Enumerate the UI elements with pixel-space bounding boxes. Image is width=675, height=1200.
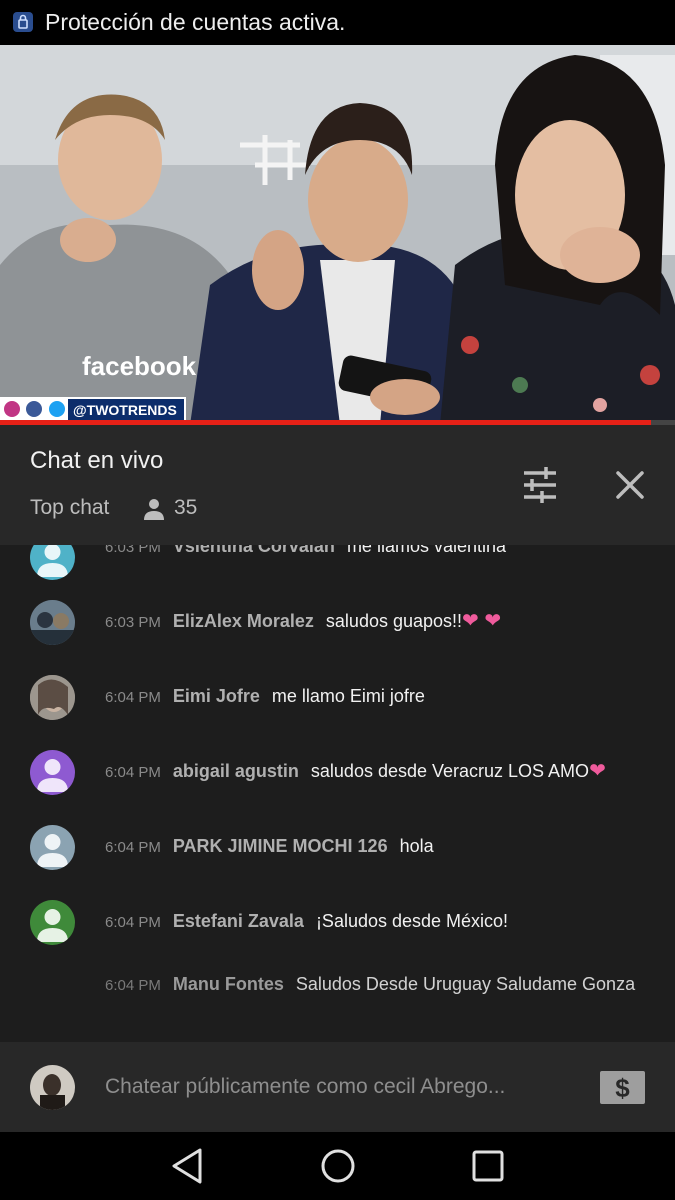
system-nav-bar [0,1132,675,1200]
chat-message-list[interactable]: 6:03 PM Vsientina Corvalan me llamos valen… [0,545,675,1042]
avatar [30,900,75,945]
avatar [30,675,75,720]
message-author[interactable]: Vsientina Corvalan [173,545,335,556]
message-text: ¡Saludos desde México! [315,911,509,931]
hoodie-logo-text: facebook [82,351,197,381]
message-author[interactable]: Eimi Jofre [173,686,260,706]
message-text: saludos desde Veracruz LOS AMO [310,761,590,781]
back-icon[interactable] [168,1146,208,1186]
message-author[interactable]: Estefani Zavala [173,911,304,931]
message-text: saludos guapos!! [325,611,463,631]
chat-mode-selector[interactable]: Top chat [30,496,109,520]
avatar [30,825,75,870]
person-icon [144,499,164,520]
message-time: 6:04 PM [105,764,161,781]
recents-icon[interactable] [468,1146,508,1186]
avatar [30,600,75,645]
chat-message-line: 6:04 PM abigail agustin saludos desde Vera… [105,759,645,785]
chat-message-line: 6:04 PM Eimi Jofre me llamo Eimi jofre [105,684,645,710]
message-text: hola [399,836,434,856]
message-author[interactable]: ElizAlex Moralez [173,611,314,631]
video-frame: facebook @TWOTRENDS [0,45,675,425]
message-author[interactable]: PARK JIMINE MOCHI 126 [173,836,388,856]
watermark: @TWOTRENDS [0,397,186,422]
avatar [30,1065,75,1110]
message-text: Saludos Desde Uruguay Saludame Gonza [295,974,636,994]
chat-message-line: 6:04 PM PARK JIMINE MOCHI 126 hola [105,834,645,860]
chat-title: Chat en vivo [30,447,164,474]
message-time: 6:04 PM [105,689,161,706]
shield-lock-icon [13,12,33,32]
chat-message-line: 6:04 PM Manu Fontes Saludos Desde Uruguay … [105,972,645,998]
tune-icon[interactable] [518,465,562,505]
viewer-count: 35 [174,496,198,519]
close-icon[interactable] [608,465,652,505]
avatar [30,750,75,795]
heart-emoji: ❤ [589,760,606,782]
chat-message-line: 6:03 PM Vsientina Corvalan me llamos valen… [105,545,645,560]
watermark-handle: @TWOTRENDS [73,402,177,418]
facebook-icon [26,401,42,417]
chat-composer: Chatear públicamente como cecil Abrego..… [0,1042,675,1132]
chat-message-line: 6:04 PM Estefani Zavala ¡Saludos desde Méx… [105,909,645,935]
chat-header: Chat en vivo Top chat 35 [0,425,675,545]
heart-emoji: ❤ ❤ [462,610,502,632]
chat-input[interactable]: Chatear públicamente como cecil Abrego..… [105,1075,545,1099]
message-author[interactable]: abigail agustin [173,761,299,781]
status-bar: Protección de cuentas activa. [0,0,675,45]
message-time: 6:03 PM [105,614,161,631]
message-text: me llamos valentina [346,545,507,556]
svg-text:$: $ [615,1073,630,1103]
twitter-icon [49,401,65,417]
message-text: me llamo Eimi jofre [271,686,425,706]
message-time: 6:04 PM [105,977,161,994]
message-time: 6:04 PM [105,914,161,931]
instagram-icon [4,401,20,417]
video-player[interactable]: facebook @TWOTRENDS [0,45,675,425]
message-author[interactable]: Manu Fontes [173,974,284,994]
chat-message-line: 6:03 PM ElizAlex Moralez saludos guapos!!❤… [105,609,645,635]
home-icon[interactable] [318,1146,358,1186]
message-time: 6:04 PM [105,839,161,856]
dollar-icon[interactable]: $ [600,1071,645,1104]
avatar [30,545,75,580]
status-text: Protección de cuentas activa. [45,9,346,35]
message-time: 6:03 PM [105,545,161,556]
